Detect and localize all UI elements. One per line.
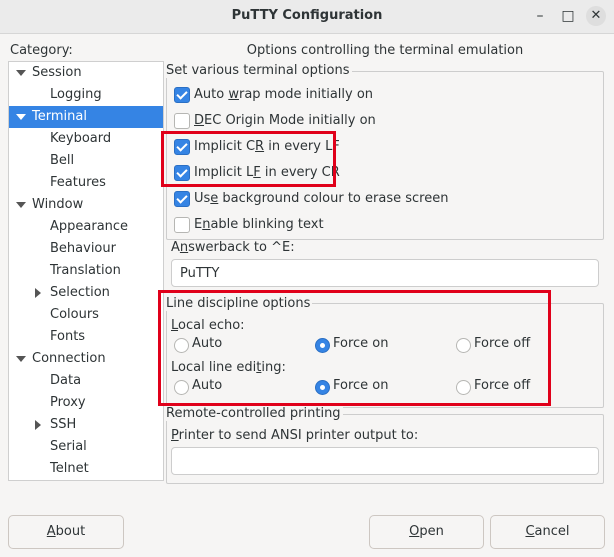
tree-item-window[interactable]: Window xyxy=(9,194,163,216)
maximize-icon[interactable]: □ xyxy=(558,6,578,26)
tree-item-connection[interactable]: Connection xyxy=(9,348,163,370)
highlight-box-implicit-options xyxy=(161,131,336,187)
printer-input[interactable] xyxy=(171,447,599,475)
tree-item-appearance[interactable]: Appearance xyxy=(9,216,163,238)
category-label: Category: xyxy=(10,43,73,58)
highlight-box-line-discipline xyxy=(158,290,551,406)
tree-item-label: Bell xyxy=(50,153,75,168)
tree-item-fonts[interactable]: Fonts xyxy=(9,326,163,348)
expand-arrow-icon[interactable] xyxy=(16,114,26,120)
tree-item-proxy[interactable]: Proxy xyxy=(9,392,163,414)
tree-item-label: Proxy xyxy=(50,395,86,410)
background-erase-label: Use background colour to erase screen xyxy=(194,191,449,206)
window-title: PuTTY Configuration xyxy=(231,8,383,23)
expand-arrow-icon[interactable] xyxy=(16,356,26,362)
tree-item-label: Serial xyxy=(50,439,87,454)
tree-item-session[interactable]: Session xyxy=(9,62,163,84)
cancel-button[interactable]: Cancel xyxy=(490,515,605,549)
collapsed-arrow-icon[interactable] xyxy=(35,288,41,298)
tree-item-label: Appearance xyxy=(50,219,129,234)
printer-label: Printer to send ANSI printer output to: xyxy=(171,428,419,443)
tree-item-label: Logging xyxy=(50,87,102,102)
tree-item-label: Data xyxy=(50,373,82,388)
about-button[interactable]: About xyxy=(8,515,124,549)
dec-origin-checkbox[interactable] xyxy=(174,113,190,129)
tree-item-label: Keyboard xyxy=(50,131,112,146)
expand-arrow-icon[interactable] xyxy=(16,202,26,208)
tree-item-label: Fonts xyxy=(50,329,86,344)
blinking-text-checkbox[interactable] xyxy=(174,217,190,233)
tree-item-translation[interactable]: Translation xyxy=(9,260,163,282)
tree-item-label: SSH xyxy=(50,417,77,432)
open-button[interactable]: Open xyxy=(369,515,484,549)
tree-item-features[interactable]: Features xyxy=(9,172,163,194)
tree-item-label: Translation xyxy=(50,263,121,278)
tree-item-data[interactable]: Data xyxy=(9,370,163,392)
collapsed-arrow-icon[interactable] xyxy=(35,420,41,430)
tree-item-behaviour[interactable]: Behaviour xyxy=(9,238,163,260)
tree-item-serial[interactable]: Serial xyxy=(9,436,163,458)
tree-item-terminal[interactable]: Terminal xyxy=(9,106,163,128)
auto-wrap-checkbox[interactable] xyxy=(174,87,190,103)
minimize-icon[interactable]: – xyxy=(530,6,550,26)
printing-title: Remote-controlled printing xyxy=(164,406,343,421)
tree-item-bell[interactable]: Bell xyxy=(9,150,163,172)
tree-item-label: Selection xyxy=(50,285,110,300)
answerback-input[interactable]: PuTTY xyxy=(171,259,599,287)
terminal-options-title: Set various terminal options xyxy=(164,63,352,78)
title-bar: PuTTY Configuration – □ ✕ xyxy=(0,0,614,34)
tree-item-label: Window xyxy=(32,197,84,212)
tree-item-label: Features xyxy=(50,175,106,190)
expand-arrow-icon[interactable] xyxy=(16,70,26,76)
dec-origin-label: DEC Origin Mode initially on xyxy=(194,113,376,128)
background-erase-checkbox[interactable] xyxy=(174,191,190,207)
tree-item-telnet[interactable]: Telnet xyxy=(9,458,163,480)
tree-item-colours[interactable]: Colours xyxy=(9,304,163,326)
tree-item-label: Telnet xyxy=(50,461,89,476)
tree-item-label: Terminal xyxy=(32,109,87,124)
tree-item-label: Connection xyxy=(32,351,106,366)
answerback-label: Answerback to ^E: xyxy=(171,240,295,255)
panel-header: Options controlling the terminal emulati… xyxy=(246,43,524,58)
close-icon[interactable]: ✕ xyxy=(586,6,606,26)
tree-item-ssh[interactable]: SSH xyxy=(9,414,163,436)
tree-item-keyboard[interactable]: Keyboard xyxy=(9,128,163,150)
auto-wrap-label: Auto wrap mode initially on xyxy=(194,87,374,102)
tree-item-label: Session xyxy=(32,65,82,80)
tree-item-selection[interactable]: Selection xyxy=(9,282,163,304)
tree-item-label: Behaviour xyxy=(50,241,116,256)
tree-item-label: Colours xyxy=(50,307,99,322)
blinking-text-label: Enable blinking text xyxy=(194,217,324,232)
category-tree[interactable]: Session Logging Terminal Keyboard Bell Featur… xyxy=(8,61,164,481)
tree-item-logging[interactable]: Logging xyxy=(9,84,163,106)
